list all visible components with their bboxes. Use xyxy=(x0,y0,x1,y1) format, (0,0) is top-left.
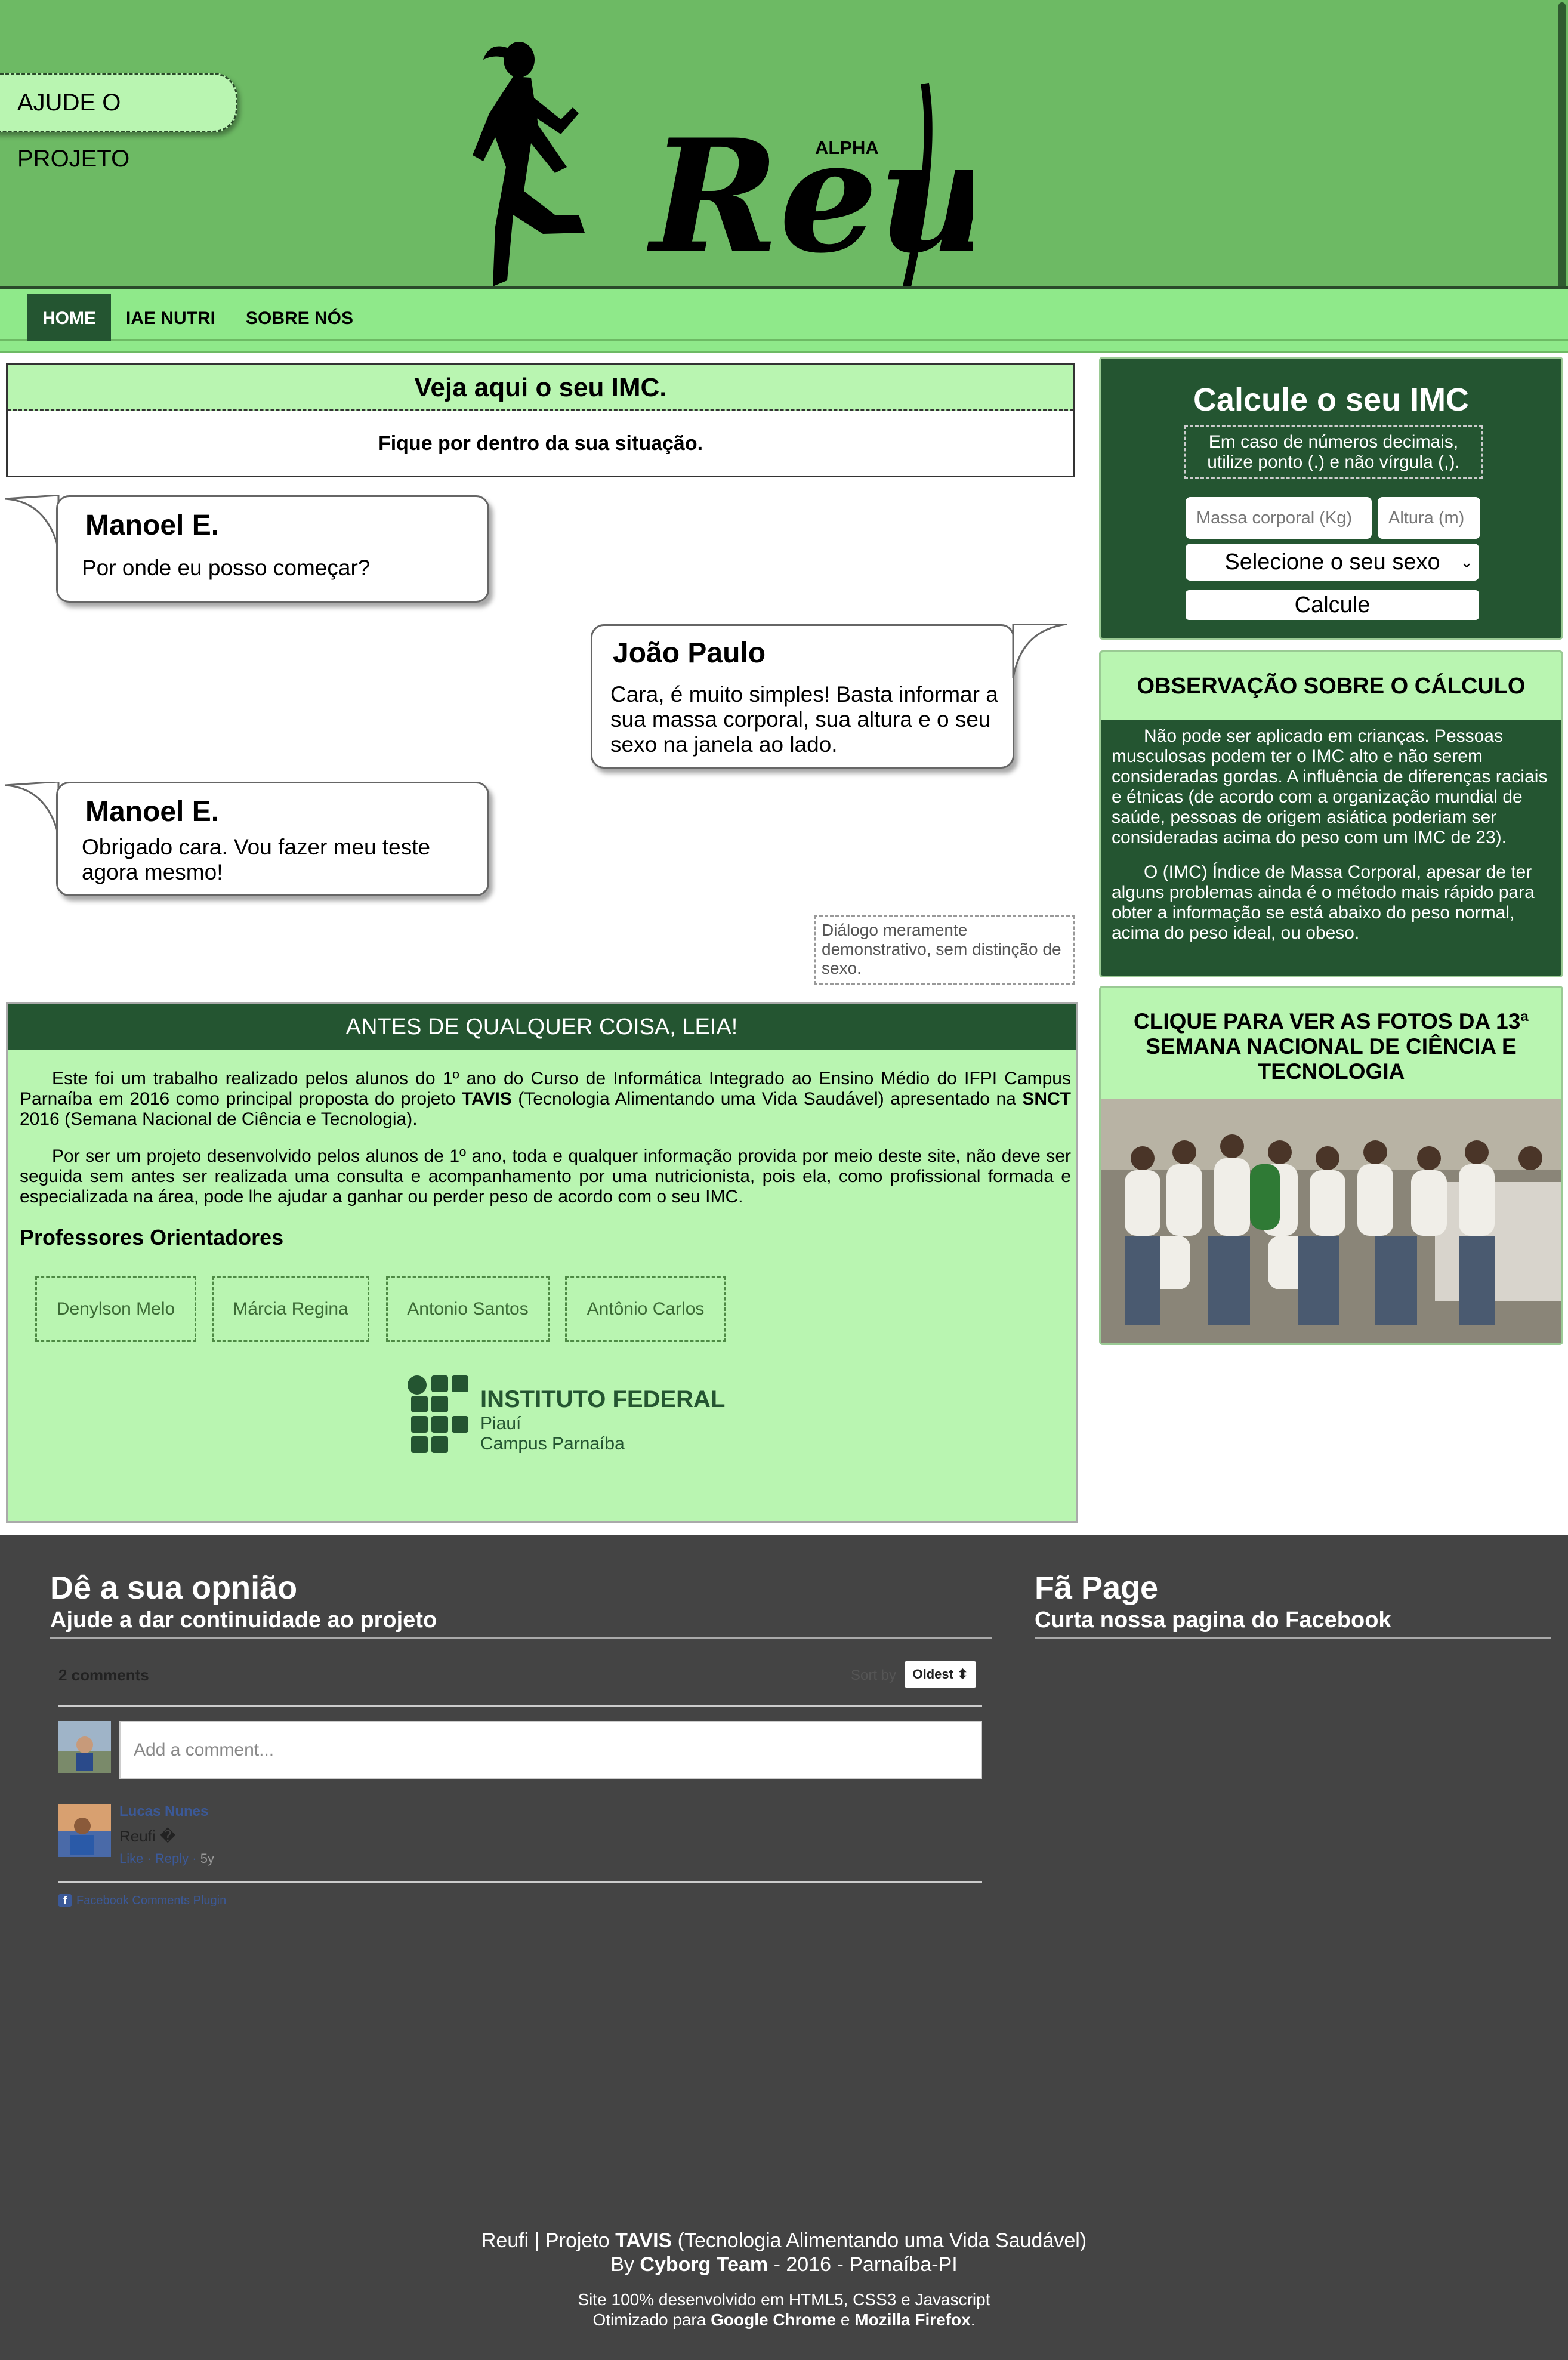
chat-bubble-manoel-2: Manoel E. Obrigado cara. Vou fazer meu t… xyxy=(56,782,489,896)
observation-paragraph-1: Não pode ser aplicado em crianças. Pesso… xyxy=(1112,726,1548,847)
sex-select[interactable]: Selecione o seu sexo ⌄ xyxy=(1186,544,1479,581)
comment-actions: Like · Reply · 5y xyxy=(119,1851,214,1866)
like-link[interactable]: Like xyxy=(119,1851,143,1866)
comment-text: Reufi � xyxy=(119,1827,176,1845)
read-first-box: ANTES DE QUALQUER COISA, LEIA! Este foi … xyxy=(6,1002,1078,1523)
dialog-disclaimer: Diálogo meramente demonstrativo, sem dis… xyxy=(814,915,1075,985)
imc-calculator: Calcule o seu IMC Em caso de números dec… xyxy=(1099,357,1563,640)
credit-line-4: Otimizado para Google Chrome e Mozilla F… xyxy=(592,2310,976,2329)
avatar xyxy=(58,1721,111,1773)
bubble-tail-left xyxy=(5,782,60,836)
sort-label: Sort by xyxy=(851,1667,897,1683)
observation-paragraph-2: O (IMC) Índice de Massa Corporal, apesar… xyxy=(1112,862,1535,943)
chat-author: Manoel E. xyxy=(85,796,220,828)
credit-line-2: By Cyborg Team - 2016 - Parnaíba-PI xyxy=(610,2253,958,2276)
divider xyxy=(1035,1637,1551,1639)
opinion-subtitle: Ajude a dar continuidade ao projeto xyxy=(50,1608,437,1633)
calculator-note: Em caso de números decimais, utilize pon… xyxy=(1184,425,1483,479)
comment-time: 5y xyxy=(200,1851,214,1866)
calculator-title: Calcule o seu IMC xyxy=(1193,382,1470,418)
professor-card[interactable]: Antônio Carlos xyxy=(565,1276,726,1342)
about-paragraph-2: Por ser um projeto desenvolvido pelos al… xyxy=(20,1146,1071,1207)
nav-strip xyxy=(0,341,1568,353)
professor-card[interactable]: Antonio Santos xyxy=(386,1276,550,1342)
observation-box: OBSERVAÇÃO SOBRE O CÁLCULO Não pode ser … xyxy=(1099,650,1563,977)
alpha-label: ALPHA xyxy=(815,137,879,158)
divider xyxy=(58,1881,982,1883)
chat-message: Cara, é muito simples! Basta informar a … xyxy=(610,682,998,757)
observation-title: OBSERVAÇÃO SOBRE O CÁLCULO xyxy=(1101,652,1561,720)
institute-state: Piauí xyxy=(480,1414,521,1433)
sort-dropdown[interactable]: Oldest ⬍ xyxy=(905,1661,976,1688)
facebook-icon: f xyxy=(58,1894,72,1907)
chevron-down-icon: ⌄ xyxy=(1460,553,1473,571)
fan-page-subtitle: Curta nossa pagina do Facebook xyxy=(1035,1608,1391,1633)
credit-line-1: Reufi | Projeto TAVIS (Tecnologia Alimen… xyxy=(481,2229,1087,2252)
scrollbar[interactable] xyxy=(1558,2,1566,313)
opinion-title: Dê a sua opnião xyxy=(50,1570,298,1606)
snct-photos-box[interactable]: CLIQUE PARA VER AS FOTOS DA 13ª SEMANA N… xyxy=(1099,986,1563,1345)
chat-message: Por onde eu posso começar? xyxy=(82,556,371,580)
professors-title: Professores Orientadores xyxy=(20,1225,284,1250)
instituto-federal-logo: INSTITUTO FEDERAL Piauí Campus Parnaíba xyxy=(406,1374,725,1461)
credit-line-3: Site 100% desenvolvido em HTML5, CSS3 e … xyxy=(578,2290,990,2309)
comment-count: 2 comments xyxy=(58,1666,149,1684)
avatar[interactable] xyxy=(58,1804,111,1857)
help-project-button[interactable]: AJUDE O PROJETO xyxy=(0,73,237,172)
divider xyxy=(50,1637,992,1639)
professor-card[interactable]: Márcia Regina xyxy=(212,1276,369,1342)
professor-card[interactable]: Denylson Melo xyxy=(35,1276,196,1342)
photos-title[interactable]: CLIQUE PARA VER AS FOTOS DA 13ª SEMANA N… xyxy=(1101,1009,1561,1084)
facebook-plugin-link[interactable]: f Facebook Comments Plugin xyxy=(58,1894,226,1908)
reply-link[interactable]: Reply xyxy=(155,1851,189,1866)
nav-iae-nutri[interactable]: IAE NUTRI xyxy=(113,294,228,344)
imc-intro-title: Veja aqui o seu IMC. xyxy=(8,365,1073,411)
nav-home[interactable]: HOME xyxy=(27,294,111,344)
chat-bubble-joao: João Paulo Cara, é muito simples! Basta … xyxy=(591,624,1014,769)
nav-sobre-nos[interactable]: SOBRE NÓS xyxy=(230,294,369,344)
imc-intro-box: Veja aqui o seu IMC. Fique por dentro da… xyxy=(6,363,1075,477)
institute-campus: Campus Parnaíba xyxy=(480,1434,625,1454)
imc-intro-subtitle: Fique por dentro da sua situação. xyxy=(378,432,703,455)
bubble-tail-right xyxy=(1012,624,1067,678)
group-photo[interactable] xyxy=(1101,1099,1561,1343)
height-input[interactable]: Altura (m) xyxy=(1378,497,1480,539)
main-nav: HOME IAE NUTRI SOBRE NÓS xyxy=(0,286,1568,344)
mass-input[interactable]: Massa corporal (Kg) xyxy=(1186,497,1372,539)
fan-page-title: Fã Page xyxy=(1035,1570,1159,1606)
bubble-tail-left xyxy=(5,495,60,550)
institute-name: INSTITUTO FEDERAL xyxy=(480,1386,726,1412)
site-footer: Dê a sua opnião Ajude a dar continuidade… xyxy=(0,1535,1568,2360)
calculate-button[interactable]: Calcule xyxy=(1186,590,1479,620)
chat-bubble-manoel-1: Manoel E. Por onde eu posso começar? xyxy=(56,495,489,603)
site-header: AJUDE O PROJETO Reufi ALPHA xyxy=(0,0,1568,334)
read-first-title: ANTES DE QUALQUER COISA, LEIA! xyxy=(8,1004,1076,1050)
divider xyxy=(58,1705,982,1707)
comment-author[interactable]: Lucas Nunes xyxy=(119,1803,208,1820)
chat-author: João Paulo xyxy=(613,637,766,669)
comment-input[interactable]: Add a comment... xyxy=(119,1721,982,1779)
about-paragraph-1: Este foi um trabalho realizado pelos alu… xyxy=(20,1069,1071,1129)
chat-author: Manoel E. xyxy=(85,510,220,541)
chat-message: Obrigado cara. Vou fazer meu teste agora… xyxy=(82,835,431,884)
